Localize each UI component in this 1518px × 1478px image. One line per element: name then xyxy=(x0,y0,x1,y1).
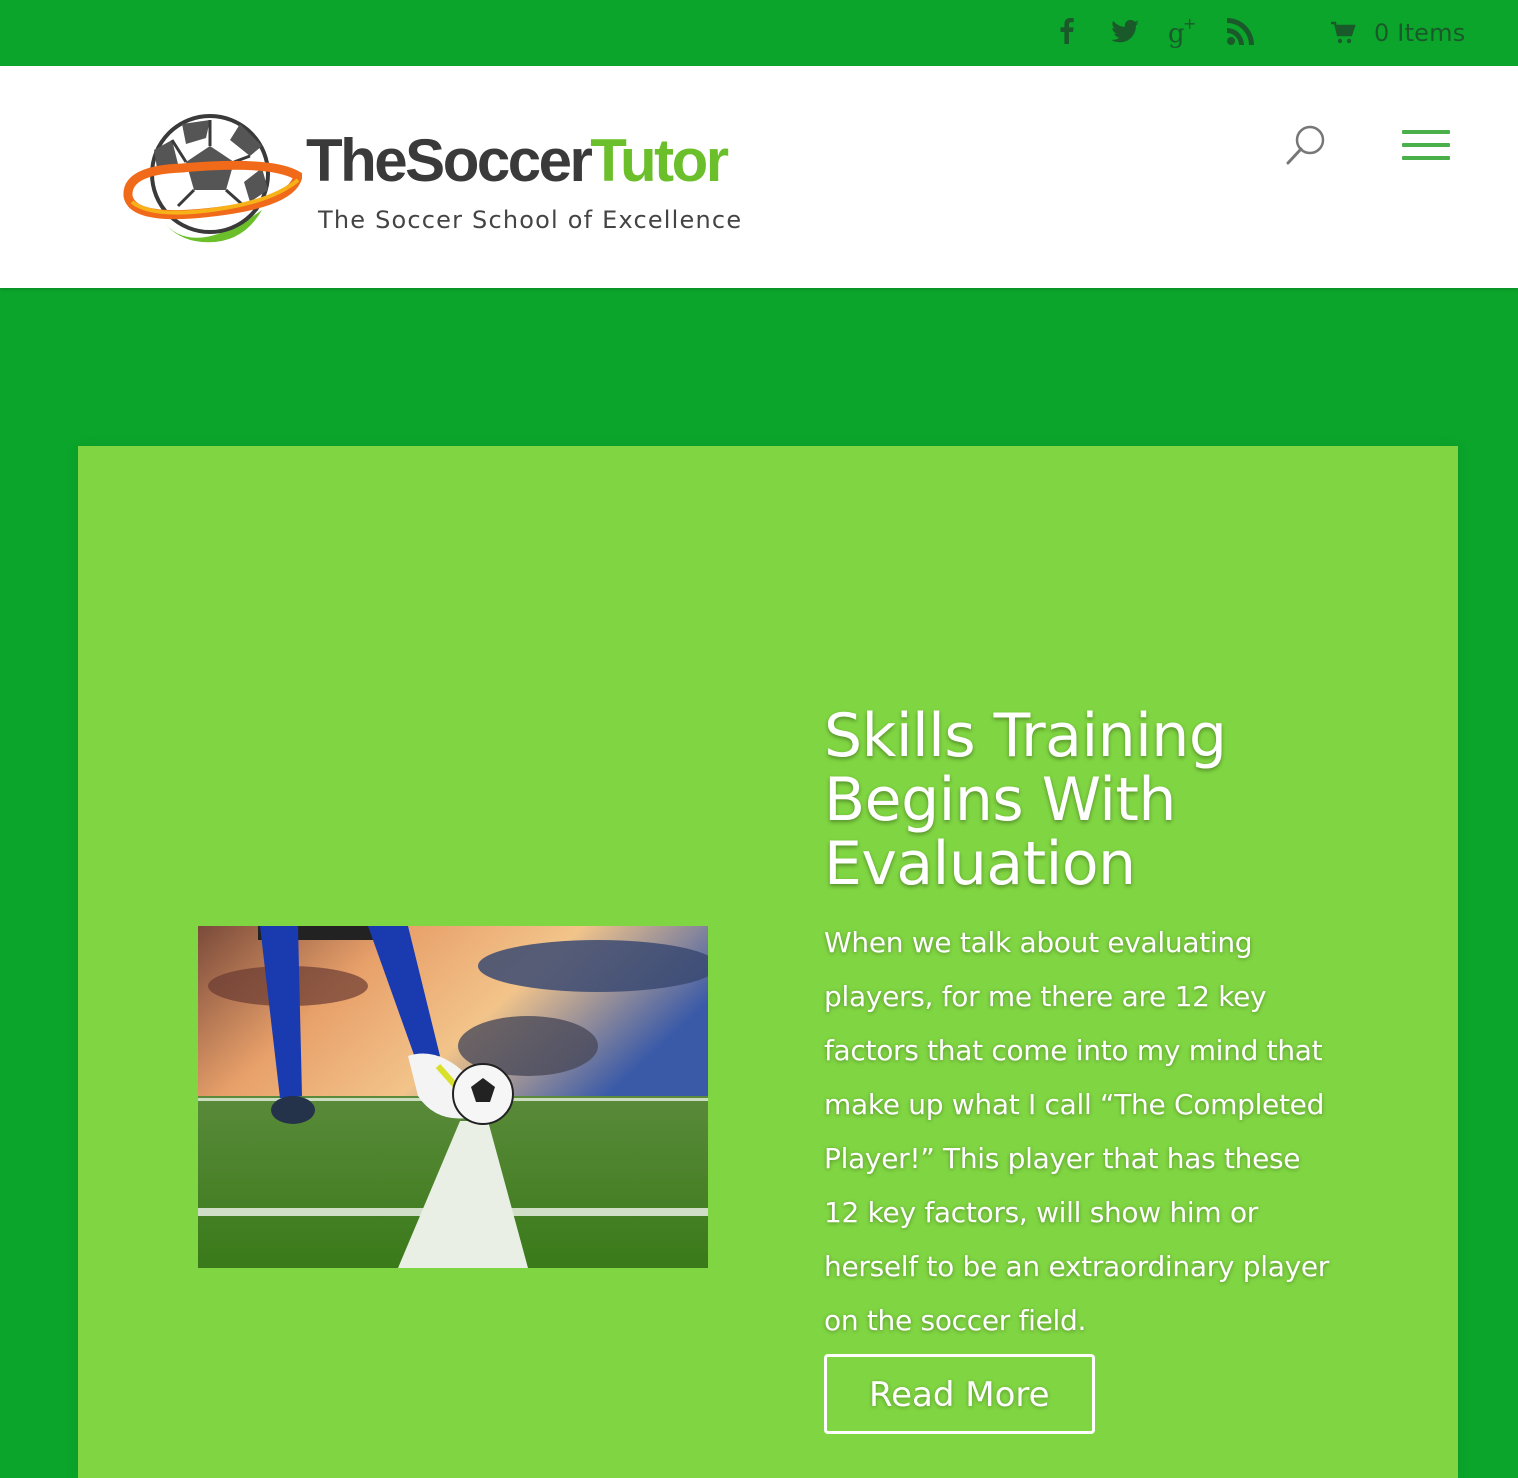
rss-icon[interactable] xyxy=(1224,14,1258,48)
cart-icon xyxy=(1331,21,1356,44)
logo-tagline: The Soccer School of Excellence xyxy=(318,206,743,234)
google-plus-icon[interactable]: g + xyxy=(1166,14,1200,48)
logo-title: TheSoccerTutor xyxy=(306,127,729,194)
top-bar: g + 0 Items xyxy=(0,0,1518,66)
cart-count: 0 Items xyxy=(1374,19,1466,47)
site-logo[interactable]: TheSoccerTutor The Soccer School of Exce… xyxy=(122,110,762,250)
hamburger-menu-icon[interactable] xyxy=(1402,130,1450,170)
twitter-icon[interactable] xyxy=(1108,14,1142,48)
cart-link[interactable]: 0 Items xyxy=(1330,14,1465,52)
search-icon xyxy=(1286,125,1325,165)
facebook-icon[interactable] xyxy=(1050,14,1084,48)
slide-title: Skills Training Begins With Evaluation xyxy=(824,701,1227,899)
svg-text:+: + xyxy=(1183,14,1196,33)
soccer-ball-logo-icon xyxy=(123,114,302,243)
soccer-player-kicking-ball-image xyxy=(198,926,708,1268)
slide-description: When we talk about evaluating players, f… xyxy=(824,926,1330,1337)
read-more-button[interactable]: Read More xyxy=(824,1354,1095,1434)
search-button[interactable] xyxy=(1282,122,1330,170)
site-header: TheSoccerTutor The Soccer School of Exce… xyxy=(0,66,1518,288)
slide-content: Skills Training Begins With Evaluation W… xyxy=(824,704,1344,1434)
hero-slide: Skills Training Begins With Evaluation W… xyxy=(78,446,1458,1478)
